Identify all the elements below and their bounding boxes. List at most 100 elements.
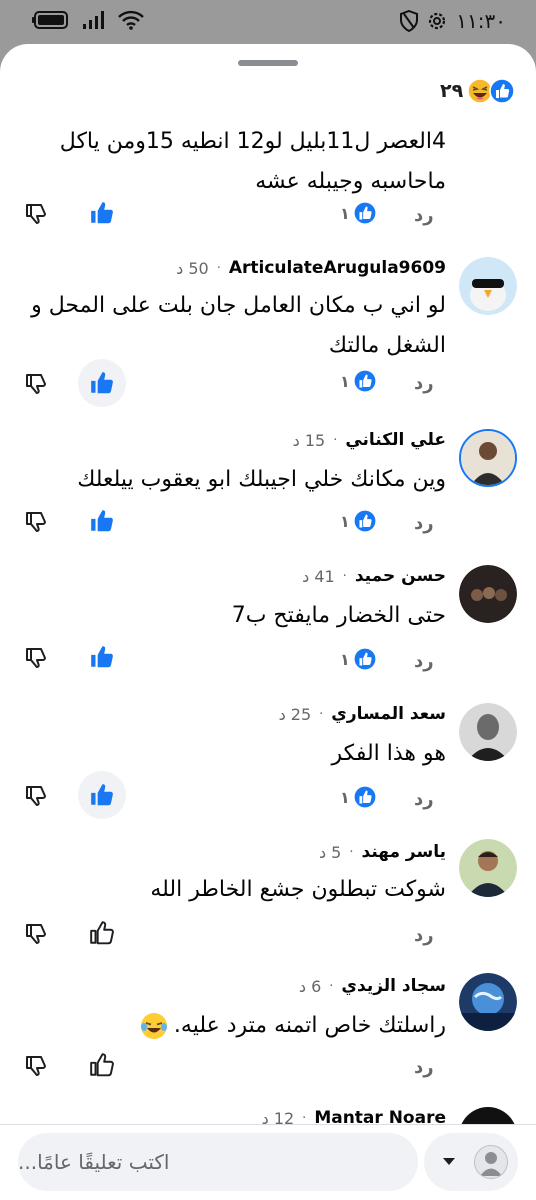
comment-text-body: راسلتك خاص اتمنه مترد عليه. xyxy=(173,1013,446,1038)
commenter-name[interactable]: سجاد الزيدي xyxy=(341,976,446,996)
separator-dot: · xyxy=(329,978,334,994)
laughing-tears-emoji-icon xyxy=(140,1013,167,1039)
avatar[interactable] xyxy=(459,565,517,623)
like-reaction-icon xyxy=(489,78,515,104)
comment-time: 50 د xyxy=(176,258,209,278)
dislike-button[interactable] xyxy=(22,1051,50,1079)
comment-text: لو اني ب مكان العامل جان بلت على المحل و… xyxy=(31,293,446,358)
avatar[interactable] xyxy=(459,1107,517,1124)
thumbs-up-filled-icon xyxy=(91,784,113,806)
status-icons-left xyxy=(32,10,144,30)
separator-dot: · xyxy=(342,568,347,584)
avatar[interactable] xyxy=(459,839,517,897)
avatar-photo xyxy=(459,565,517,623)
reply-button[interactable]: رد xyxy=(414,1057,434,1078)
comment-composer: اكتب تعليقًا عامًا... xyxy=(0,1124,536,1200)
commenter-name[interactable]: حسن حميد xyxy=(355,566,446,586)
like-reaction-icon xyxy=(352,369,377,393)
avatar[interactable] xyxy=(459,703,517,761)
separator-dot: · xyxy=(216,260,221,276)
commenter-name[interactable]: علي الكناني xyxy=(345,430,446,450)
comments-sheet: ٢٩ 4العصر ل11بليل لو12 انطيه 15ومن ياكل … xyxy=(0,44,536,1200)
dislike-button[interactable] xyxy=(22,369,50,397)
comment-list[interactable]: ٢٩ 4العصر ل11بليل لو12 انطيه 15ومن ياكل … xyxy=(0,44,536,1124)
avatar-photo xyxy=(459,839,517,897)
thumbs-down-icon xyxy=(26,786,46,806)
like-reaction-icon xyxy=(352,201,377,225)
like-reaction-icon xyxy=(352,647,377,671)
identity-switcher[interactable] xyxy=(424,1133,518,1191)
profile-placeholder-icon xyxy=(480,1152,502,1176)
avatar-photo xyxy=(459,973,517,1031)
avatar[interactable] xyxy=(459,257,517,315)
gear-icon xyxy=(429,12,446,30)
comment-time: 12 د xyxy=(261,1108,295,1125)
comment-time: 25 د xyxy=(278,704,312,724)
dislike-button[interactable] xyxy=(22,507,50,535)
dislike-button[interactable] xyxy=(22,919,50,947)
thumbs-up-filled-icon xyxy=(91,510,113,532)
like-count: ١ xyxy=(340,785,377,809)
status-bar: ١١:٣٠ xyxy=(0,0,536,44)
reactions-summary[interactable]: ٢٩ xyxy=(440,78,515,104)
comment-time: 15 د xyxy=(292,430,326,450)
dislike-button[interactable] xyxy=(22,643,50,671)
commenter-name[interactable]: ياسر مهند xyxy=(362,842,447,862)
thumbs-down-icon xyxy=(26,648,46,668)
commenter-name[interactable]: Mantar Noare xyxy=(314,1108,446,1124)
like-count: ١ xyxy=(340,647,377,671)
like-button[interactable] xyxy=(86,641,118,673)
like-reaction-icon xyxy=(352,509,377,533)
reply-button[interactable]: رد xyxy=(414,513,434,534)
dislike-button[interactable] xyxy=(22,199,50,227)
separator-dot: · xyxy=(319,706,324,722)
thumbs-up-filled-icon xyxy=(91,202,113,224)
like-button[interactable] xyxy=(86,1049,118,1081)
status-icons-right: ١١:٣٠ xyxy=(400,9,506,33)
reply-button[interactable]: رد xyxy=(414,789,434,810)
thumbs-down-icon xyxy=(26,1056,46,1076)
reply-button[interactable]: رد xyxy=(414,651,434,672)
signal-icon xyxy=(83,11,104,29)
comment-text: هو هذا الفكر xyxy=(331,741,446,766)
dislike-button[interactable] xyxy=(22,781,50,809)
avatar-sunglasses-bird xyxy=(459,257,517,315)
comment-header: ياسر مهند · 5 د xyxy=(319,842,446,862)
thumbs-up-filled-icon xyxy=(91,372,113,394)
separator-dot: · xyxy=(333,432,338,448)
reactions-count: ٢٩ xyxy=(440,80,464,102)
like-button[interactable] xyxy=(86,917,118,949)
commenter-name[interactable]: سعد المساري xyxy=(331,704,446,724)
thumbs-down-icon xyxy=(26,374,46,394)
like-button[interactable] xyxy=(86,505,118,537)
avatar-photo xyxy=(461,431,515,485)
commenter-name[interactable]: ArticulateArugula9609 xyxy=(229,258,446,278)
chevron-down-icon xyxy=(443,1158,455,1165)
comment-header: Mantar Noare · 12 د xyxy=(262,1108,446,1124)
avatar[interactable] xyxy=(459,973,517,1031)
avatar[interactable] xyxy=(459,429,517,487)
comment-header: حسن حميد · 41 د xyxy=(302,566,446,586)
like-button[interactable] xyxy=(78,771,126,819)
like-button[interactable] xyxy=(78,359,126,407)
like-reaction-icon xyxy=(352,785,377,809)
comment-input[interactable]: اكتب تعليقًا عامًا... xyxy=(18,1133,418,1191)
separator-dot: · xyxy=(349,844,354,860)
comment-text: وين مكانك خلي اجيبلك ابو يعقوب ييلعلك xyxy=(77,467,446,492)
thumbs-down-icon xyxy=(26,512,46,532)
thumbs-down-icon xyxy=(26,924,46,944)
battery-icon xyxy=(32,11,68,29)
reply-button[interactable]: رد xyxy=(414,925,434,946)
reply-button[interactable]: رد xyxy=(414,205,434,226)
thumbs-up-icon xyxy=(90,921,114,945)
reply-button[interactable]: رد xyxy=(414,373,434,394)
comment-input-placeholder: اكتب تعليقًا عامًا... xyxy=(18,1150,170,1174)
thumbs-up-icon xyxy=(90,1053,114,1077)
clock: ١١:٣٠ xyxy=(456,9,506,33)
comment-time: 41 د xyxy=(302,566,335,586)
comment-text: شوكت تبطلون جشع الخاطر الله xyxy=(150,877,446,902)
like-count: ١ xyxy=(340,369,377,393)
like-count: ١ xyxy=(340,201,377,225)
comment-header: ArticulateArugula9609 · 50 د xyxy=(176,258,446,278)
like-button[interactable] xyxy=(86,197,118,229)
